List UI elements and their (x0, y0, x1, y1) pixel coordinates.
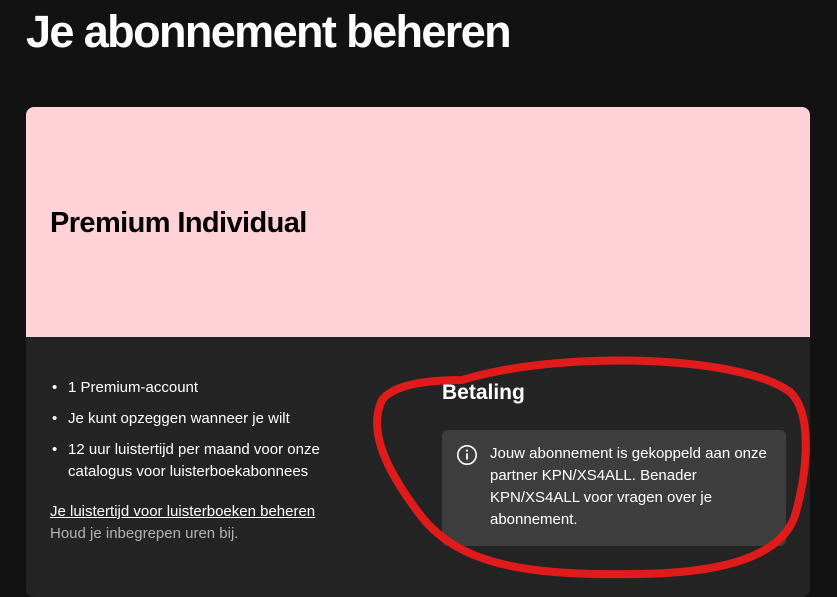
bullet-icon: • (52, 379, 58, 396)
feature-list: • 1 Premium-account • Je kunt opzeggen w… (50, 377, 370, 492)
list-item: • 12 uur luistertijd per maand voor onze… (50, 439, 370, 483)
payment-notice-text: Jouw abonnement is gekoppeld aan onze pa… (490, 445, 767, 528)
page-title: Je abonnement beheren (26, 6, 512, 57)
manage-listening-time-link[interactable]: Je luistertijd voor luisterboeken behere… (50, 502, 315, 522)
payment-notice: Jouw abonnement is gekoppeld aan onze pa… (442, 430, 786, 546)
feature-text: 1 Premium-account (68, 379, 199, 396)
bullet-icon: • (52, 441, 58, 458)
feature-text: Je kunt opzeggen wanneer je wilt (68, 410, 290, 427)
list-item: • 1 Premium-account (50, 377, 370, 399)
plan-card: Premium Individual • 1 Premium-account •… (26, 107, 810, 597)
plan-header: Premium Individual (26, 107, 810, 337)
info-icon (457, 445, 477, 465)
manage-hint: Houd je inbegrepen uren bij. (50, 525, 239, 542)
payment-title: Betaling (442, 381, 525, 404)
plan-name: Premium Individual (50, 207, 307, 239)
bullet-icon: • (52, 410, 58, 427)
list-item: • Je kunt opzeggen wanneer je wilt (50, 408, 370, 430)
feature-text: 12 uur luistertijd per maand voor onze c… (68, 441, 320, 480)
